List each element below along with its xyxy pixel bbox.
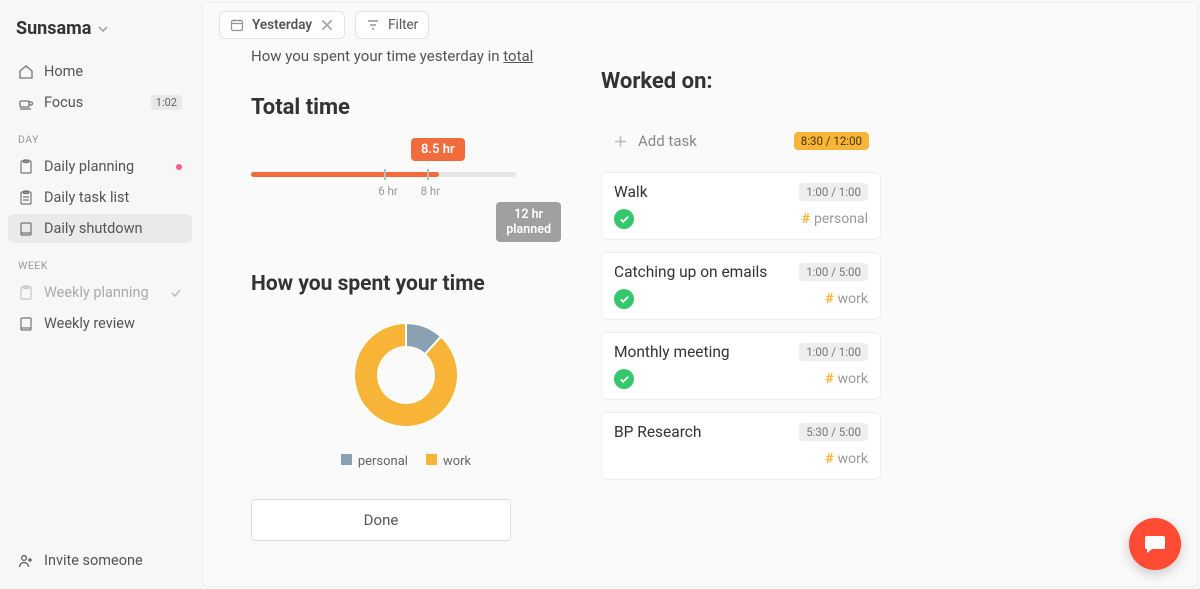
- time-spent-heading: How you spent your time: [251, 272, 561, 296]
- summary-scope-link[interactable]: total: [503, 47, 533, 65]
- legend-personal: personal: [341, 454, 408, 469]
- task-title: BP Research: [614, 423, 701, 441]
- task-complete-placeholder: [614, 449, 634, 469]
- nav-label: Focus: [44, 94, 141, 111]
- task-tag[interactable]: #work: [825, 291, 868, 307]
- task-time-chip: 1:00 / 1:00: [799, 343, 868, 361]
- nav-label: Daily task list: [44, 189, 182, 206]
- task-title: Walk: [614, 183, 648, 201]
- hash-icon: #: [825, 371, 833, 387]
- worked-on-heading: Worked on:: [601, 69, 881, 94]
- chat-icon: [1143, 532, 1167, 556]
- task-card[interactable]: Catching up on emails 1:00 / 5:00 #work: [601, 252, 881, 320]
- tick-6hr-label: 6 hr: [378, 184, 398, 198]
- brand-name: Sunsama: [16, 18, 91, 39]
- close-icon[interactable]: [320, 18, 334, 32]
- notebook-icon: [18, 221, 34, 237]
- sidebar: Sunsama Home Focus 1:02 DAY Daily planni…: [0, 0, 200, 589]
- task-tag[interactable]: #personal: [802, 211, 868, 227]
- progress-track: [251, 172, 516, 177]
- planned-hours-pill: 12 hr planned: [496, 202, 561, 242]
- nav-focus[interactable]: Focus 1:02: [8, 88, 192, 117]
- nav-home[interactable]: Home: [8, 57, 192, 86]
- nav-weekly-planning[interactable]: Weekly planning: [8, 278, 192, 307]
- nav-daily-task-list[interactable]: Daily task list: [8, 183, 192, 212]
- coffee-icon: [18, 95, 34, 111]
- hash-icon: #: [825, 291, 833, 307]
- invite-label: Invite someone: [44, 552, 143, 569]
- done-button[interactable]: Done: [251, 499, 511, 541]
- nav-label: Daily planning: [44, 158, 166, 175]
- focus-timer-badge: 1:02: [151, 95, 182, 110]
- filter-label: Filter: [388, 17, 418, 33]
- chart-legend: personal work: [341, 454, 471, 469]
- nav-label: Home: [44, 63, 182, 80]
- calendar-icon: [230, 18, 244, 32]
- home-icon: [18, 64, 34, 80]
- donut-slice-work: [354, 323, 458, 427]
- clipboard-list-icon: [18, 190, 34, 206]
- task-title: Monthly meeting: [614, 343, 730, 361]
- add-task-label: Add task: [638, 132, 697, 150]
- tick-6hr: [384, 169, 386, 180]
- summary-column: How you spent your time yesterday in tot…: [251, 47, 561, 541]
- progress-fill: [251, 172, 439, 177]
- summary-sentence: How you spent your time yesterday in tot…: [251, 47, 561, 65]
- add-task-row[interactable]: Add task 8:30 / 12:00: [601, 122, 881, 160]
- tick-8hr-label: 8 hr: [421, 184, 441, 198]
- tick-8hr: [427, 169, 429, 180]
- task-card[interactable]: Monthly meeting 1:00 / 1:00 #work: [601, 332, 881, 400]
- task-time-chip: 1:00 / 1:00: [799, 183, 868, 201]
- main-panel: Yesterday Filter How you spent your time…: [202, 2, 1198, 587]
- clipboard-icon: [18, 285, 34, 301]
- task-time-chip: 5:30 / 5:00: [799, 423, 868, 441]
- worked-on-column: Worked on: Add task 8:30 / 12:00 Walk 1:0…: [601, 47, 881, 541]
- filter-chip[interactable]: Filter: [355, 11, 429, 39]
- clipboard-icon: [18, 159, 34, 175]
- invite-someone[interactable]: Invite someone: [8, 546, 192, 575]
- task-complete-check[interactable]: [614, 289, 634, 309]
- task-card[interactable]: Walk 1:00 / 1:00 #personal: [601, 172, 881, 240]
- task-card[interactable]: BP Research 5:30 / 5:00 #work: [601, 412, 881, 480]
- task-title: Catching up on emails: [614, 263, 767, 281]
- plus-icon: [613, 134, 628, 149]
- intercom-launcher[interactable]: [1129, 518, 1181, 570]
- task-complete-check[interactable]: [614, 209, 634, 229]
- date-chip-label: Yesterday: [252, 17, 312, 33]
- hash-icon: #: [802, 211, 810, 227]
- nav-label: Daily shutdown: [44, 220, 182, 237]
- task-complete-check[interactable]: [614, 369, 634, 389]
- legend-work: work: [426, 454, 471, 469]
- chevron-down-icon: [97, 23, 109, 35]
- notification-dot: [176, 164, 182, 170]
- nav-label: Weekly review: [44, 315, 182, 332]
- time-donut-chart: [341, 310, 471, 440]
- task-tag[interactable]: #work: [825, 371, 868, 387]
- hash-icon: #: [825, 451, 833, 467]
- person-plus-icon: [18, 553, 34, 569]
- check-icon: [170, 287, 182, 299]
- section-header-week: WEEK: [8, 243, 192, 278]
- notebook-icon: [18, 316, 34, 332]
- nav-weekly-review[interactable]: Weekly review: [8, 309, 192, 338]
- date-chip[interactable]: Yesterday: [219, 11, 345, 39]
- filter-icon: [366, 18, 380, 32]
- nav-daily-planning[interactable]: Daily planning: [8, 152, 192, 181]
- topbar: Yesterday Filter: [219, 11, 1181, 39]
- section-header-day: DAY: [8, 117, 192, 152]
- nav-daily-shutdown[interactable]: Daily shutdown: [8, 214, 192, 243]
- task-time-chip: 1:00 / 5:00: [799, 263, 868, 281]
- task-tag[interactable]: #work: [825, 451, 868, 467]
- actual-hours-pill: 8.5 hr: [411, 138, 465, 161]
- workspace-switcher[interactable]: Sunsama: [8, 14, 192, 57]
- total-time-progress: 8.5 hr 6 hr 8 hr 12 hr planned: [251, 138, 561, 248]
- nav-label: Weekly planning: [44, 284, 160, 301]
- total-time-heading: Total time: [251, 95, 561, 120]
- total-time-chip: 8:30 / 12:00: [794, 132, 869, 150]
